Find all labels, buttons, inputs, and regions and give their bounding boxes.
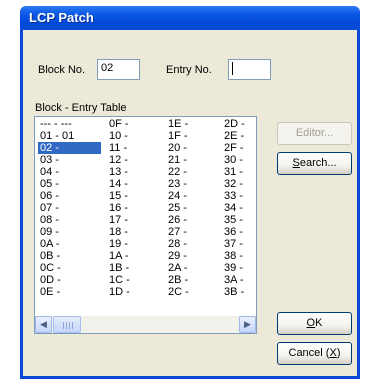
ok-button[interactable]: OK <box>277 312 352 335</box>
table-entry[interactable]: 17 - <box>107 214 132 226</box>
table-entry[interactable]: 23 - <box>166 178 191 190</box>
table-entry[interactable]: 09 - <box>38 226 101 238</box>
dialog-client: Block No. 02 Entry No. Block - Entry Tab… <box>23 30 357 376</box>
table-entry[interactable]: 38 - <box>222 250 247 262</box>
table-entry[interactable]: 32 - <box>222 178 247 190</box>
table-entry[interactable]: 26 - <box>166 214 191 226</box>
table-entry[interactable]: 07 - <box>38 202 101 214</box>
table-columns: --- - --- 01 - 01 02 -03 -04 -05 -06 -07 -… <box>35 118 256 316</box>
arrow-left-icon[interactable]: ◀ <box>35 316 52 333</box>
table-entry[interactable]: 0D - <box>38 274 101 286</box>
table-entry[interactable]: 11 - <box>107 142 132 154</box>
table-entry[interactable]: 20 - <box>166 142 191 154</box>
search-label-rest: earch... <box>299 157 337 169</box>
block-no-value: 02 <box>101 62 114 74</box>
table-entry[interactable]: 2A - <box>166 262 191 274</box>
table-entry[interactable]: 35 - <box>222 214 247 226</box>
table-entry[interactable]: 1F - <box>166 130 191 142</box>
table-entry[interactable]: 25 - <box>166 202 191 214</box>
text-caret <box>232 62 233 75</box>
table-entry[interactable]: 24 - <box>166 190 191 202</box>
table-entry[interactable]: 21 - <box>166 154 191 166</box>
table-entry[interactable]: 2E - <box>222 130 247 142</box>
block-no-field[interactable]: 02 <box>97 59 140 80</box>
table-entry[interactable]: 0E - <box>38 286 101 298</box>
block-entry-table[interactable]: --- - --- 01 - 01 02 -03 -04 -05 -06 -07 -… <box>34 116 257 334</box>
table-entry[interactable]: 01 - 01 <box>38 130 101 142</box>
table-entry[interactable]: --- - --- <box>38 118 101 130</box>
lcp-patch-dialog: LCP Patch Block No. 02 Entry No. Block -… <box>20 6 360 379</box>
table-column: --- - --- 01 - 01 02 -03 -04 -05 -06 -07 -… <box>38 118 101 298</box>
table-entry[interactable]: 22 - <box>166 166 191 178</box>
table-entry[interactable]: 27 - <box>166 226 191 238</box>
cancel-label-post: ) <box>336 347 341 359</box>
ok-accel: O <box>306 317 316 329</box>
entry-no-field[interactable] <box>228 59 271 80</box>
table-column: 0F -10 -11 -12 -13 -14 -15 -16 -17 -18 -… <box>107 118 132 298</box>
table-entry[interactable]: 19 - <box>107 238 132 250</box>
table-entry[interactable]: 37 - <box>222 238 247 250</box>
table-entry[interactable]: 02 - <box>38 142 101 154</box>
cancel-accel: X <box>329 347 337 359</box>
table-entry[interactable]: 31 - <box>222 166 247 178</box>
table-entry[interactable]: 0F - <box>107 118 132 130</box>
table-entry[interactable]: 1A - <box>107 250 132 262</box>
table-entry[interactable]: 15 - <box>107 190 132 202</box>
cancel-label-pre: Cancel ( <box>288 347 330 359</box>
table-column: 2D -2E -2F -30 -31 -32 -33 -34 -35 -36 -… <box>222 118 247 298</box>
cancel-button[interactable]: Cancel (X) <box>277 342 352 365</box>
table-entry[interactable]: 18 - <box>107 226 132 238</box>
table-entry[interactable]: 29 - <box>166 250 191 262</box>
table-entry[interactable]: 33 - <box>222 190 247 202</box>
horizontal-scrollbar[interactable]: ◀ ▶ <box>35 316 256 333</box>
table-entry[interactable]: 28 - <box>166 238 191 250</box>
table-entry[interactable]: 13 - <box>107 166 132 178</box>
table-entry[interactable]: 2C - <box>166 286 191 298</box>
table-entry[interactable]: 03 - <box>38 154 101 166</box>
scroll-thumb[interactable] <box>53 316 81 333</box>
table-entry[interactable]: 12 - <box>107 154 132 166</box>
table-column: 1E -1F -20 -21 -22 -23 -24 -25 -26 -27 -… <box>166 118 191 298</box>
table-entry[interactable]: 1D - <box>107 286 132 298</box>
search-accel: S <box>292 157 300 169</box>
table-entry[interactable]: 1E - <box>166 118 191 130</box>
table-entry[interactable]: 08 - <box>38 214 101 226</box>
table-entry[interactable]: 0C - <box>38 262 101 274</box>
table-entry[interactable]: 04 - <box>38 166 101 178</box>
table-entry[interactable]: 16 - <box>107 202 132 214</box>
table-entry[interactable]: 34 - <box>222 202 247 214</box>
table-entry[interactable]: 14 - <box>107 178 132 190</box>
block-no-label: Block No. <box>38 64 86 76</box>
table-entry[interactable]: 2F - <box>222 142 247 154</box>
table-entry[interactable]: 1C - <box>107 274 132 286</box>
table-entry[interactable]: 3A - <box>222 274 247 286</box>
editor-button[interactable]: Editor... <box>277 122 352 145</box>
table-entry[interactable]: 05 - <box>38 178 101 190</box>
dialog-title[interactable]: LCP Patch <box>20 6 360 30</box>
arrow-right-icon[interactable]: ▶ <box>239 316 256 333</box>
search-button[interactable]: Search... <box>277 152 352 175</box>
table-entry[interactable]: 10 - <box>107 130 132 142</box>
ok-label-rest: K <box>315 317 323 329</box>
table-entry[interactable]: 1B - <box>107 262 132 274</box>
table-entry[interactable]: 2D - <box>222 118 247 130</box>
table-entry[interactable]: 0B - <box>38 250 101 262</box>
table-entry[interactable]: 0A - <box>38 238 101 250</box>
table-entry[interactable]: 30 - <box>222 154 247 166</box>
table-entry[interactable]: 36 - <box>222 226 247 238</box>
table-label: Block - Entry Table <box>35 102 127 114</box>
entry-no-label: Entry No. <box>166 64 212 76</box>
table-entry[interactable]: 3B - <box>222 286 247 298</box>
table-entry[interactable]: 39 - <box>222 262 247 274</box>
table-entry[interactable]: 06 - <box>38 190 101 202</box>
table-entry[interactable]: 2B - <box>166 274 191 286</box>
